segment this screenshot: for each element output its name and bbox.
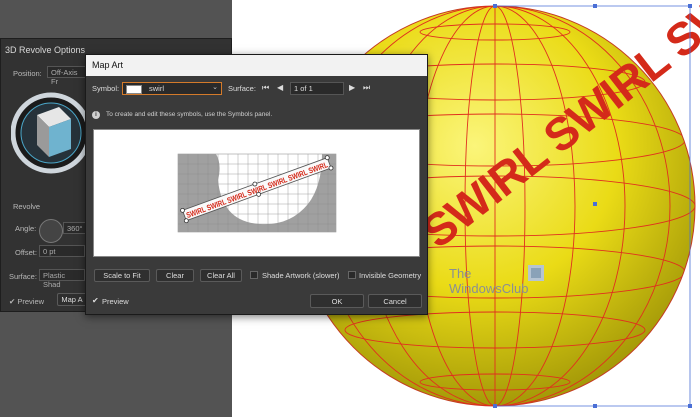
bounding-handle[interactable] xyxy=(493,404,497,408)
map-art-button[interactable]: Map A xyxy=(57,293,87,306)
symbol-dropdown[interactable]: swirl ⌄ xyxy=(122,82,222,95)
shade-artwork-label: Shade Artwork (slower) xyxy=(262,271,340,280)
watermark: The WindowsClub xyxy=(449,266,528,296)
watermark-line1: The xyxy=(449,266,472,281)
next-surface-icon[interactable]: ▶ xyxy=(349,83,355,92)
bounding-handle[interactable] xyxy=(593,404,597,408)
map-art-preview[interactable]: SWIRL SWIRL SWIRL SWIRL SWIRL SWIRL SWIR… xyxy=(93,129,420,257)
revolve-section-label: Revolve xyxy=(13,202,41,211)
bounding-handle[interactable] xyxy=(688,404,692,408)
cancel-button[interactable]: Cancel xyxy=(368,294,422,308)
previous-surface-icon[interactable]: ◀ xyxy=(277,83,283,92)
angle-label: Angle: xyxy=(15,224,37,233)
offset-label: Offset: xyxy=(15,248,37,257)
angle-field[interactable]: 360° xyxy=(63,222,87,234)
offset-field[interactable]: 0 pt xyxy=(39,245,85,257)
invisible-geometry-checkbox[interactable] xyxy=(348,271,356,279)
invisible-geometry-label: Invisible Geometry xyxy=(359,271,422,280)
clear-all-button[interactable]: Clear All xyxy=(200,269,242,282)
preview-checkbox[interactable]: ✔ xyxy=(92,296,99,305)
map-art-dialog: Map Art Symbol: swirl ⌄ Surface: ⏮ ◀ 1 o… xyxy=(85,54,428,315)
back-preview-checkbox[interactable]: ✔ Preview xyxy=(9,297,44,306)
symbol-value: swirl xyxy=(149,84,164,93)
ok-button[interactable]: OK xyxy=(310,294,364,308)
surface-select[interactable]: Plastic Shad xyxy=(39,269,85,289)
clear-button[interactable]: Clear xyxy=(156,269,194,282)
info-text: To create and edit these symbols, use th… xyxy=(106,111,273,118)
back-preview-label: Preview xyxy=(17,297,45,306)
bounding-handle[interactable] xyxy=(493,4,497,8)
last-surface-icon[interactable]: ⏭ xyxy=(363,83,370,93)
map-art-title: Map Art xyxy=(86,55,427,76)
chevron-down-icon: ⌄ xyxy=(212,84,218,91)
bounding-handle[interactable] xyxy=(593,4,597,8)
preview-label: Preview xyxy=(102,297,129,306)
first-surface-icon[interactable]: ⏮ xyxy=(262,83,269,93)
bounding-handle[interactable] xyxy=(593,202,597,206)
info-icon: i xyxy=(92,111,100,119)
revolve-dialog-title: 3D Revolve Options xyxy=(5,45,86,55)
symbol-swatch-icon xyxy=(126,85,142,94)
angle-dial[interactable] xyxy=(39,219,63,243)
position-select[interactable]: Off-Axis Fr xyxy=(47,66,87,86)
watermark-logo-icon xyxy=(528,265,544,281)
position-label: Position: xyxy=(13,69,42,78)
surface-label: Surface: xyxy=(9,272,37,281)
symbol-label: Symbol: xyxy=(92,84,120,93)
scale-to-fit-button[interactable]: Scale to Fit xyxy=(94,269,150,282)
rotation-cube-preview[interactable] xyxy=(11,85,93,185)
bounding-handle[interactable] xyxy=(688,4,692,8)
surface-page-field[interactable]: 1 of 1 xyxy=(290,82,344,95)
watermark-line2: WindowsClub xyxy=(449,281,529,296)
shade-artwork-checkbox[interactable] xyxy=(250,271,258,279)
surface-nav-label: Surface: xyxy=(228,84,256,93)
